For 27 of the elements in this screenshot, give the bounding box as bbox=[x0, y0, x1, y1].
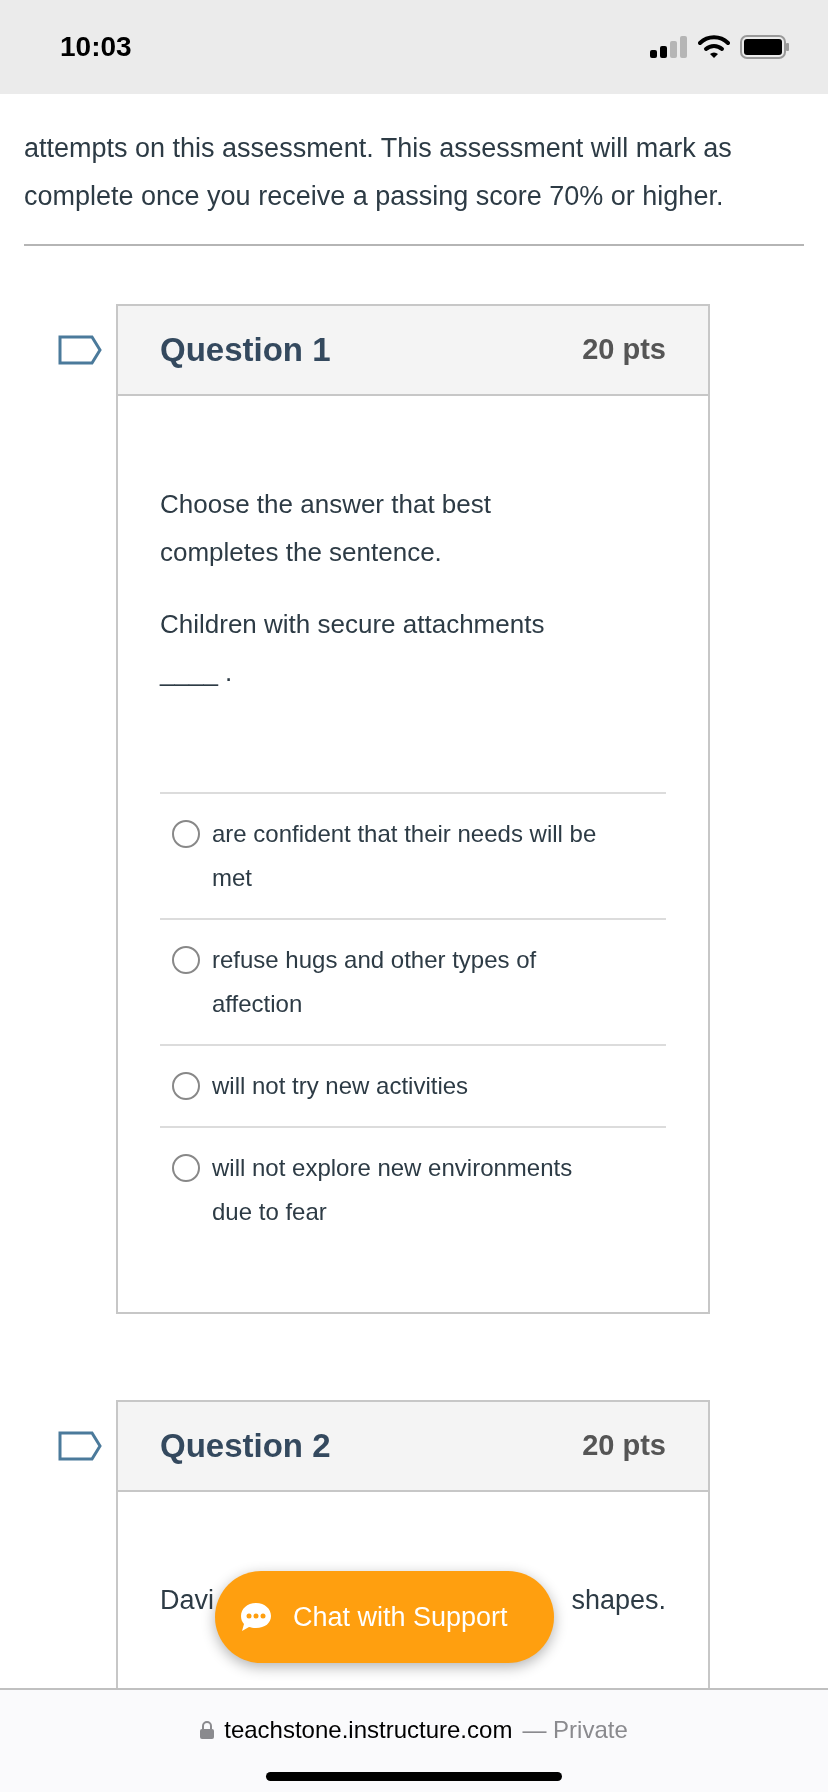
question-points: 20 pts bbox=[582, 1428, 666, 1464]
question-text: Children with secure attachments ____ . bbox=[160, 608, 546, 689]
flag-icon[interactable] bbox=[58, 335, 102, 365]
question-points: 20 pts bbox=[582, 332, 666, 368]
url-text[interactable]: teachstone.instructure.com bbox=[224, 1712, 513, 1748]
radio-button[interactable] bbox=[172, 1072, 200, 1100]
answer-option[interactable]: are confident that their needs will be met bbox=[212, 812, 612, 900]
question-title: Question 2 bbox=[160, 1426, 331, 1467]
flag-icon[interactable] bbox=[58, 1431, 102, 1461]
question-text: Davi bbox=[160, 1584, 214, 1617]
chat-bubble-icon bbox=[239, 1601, 273, 1633]
question-text: Choose the answer that best completes the sentence. bbox=[160, 488, 492, 569]
clock-time: 10:03 bbox=[60, 30, 132, 64]
signal-icon bbox=[650, 36, 688, 58]
instructions-paragraph: attempts on this assessment. This assessment will mark as complete once you receive a passing score 70% or higher. bbox=[24, 132, 733, 213]
lock-icon bbox=[200, 1721, 215, 1739]
wifi-icon bbox=[698, 35, 730, 59]
question-text: shapes. bbox=[571, 1584, 666, 1617]
private-label: — Private bbox=[522, 1715, 628, 1745]
question-title: Question 1 bbox=[160, 330, 331, 371]
radio-button[interactable] bbox=[172, 946, 200, 974]
battery-icon bbox=[740, 35, 790, 59]
answer-option[interactable]: will not explore new environments due to fear bbox=[212, 1146, 612, 1234]
answer-option[interactable]: will not try new activities bbox=[212, 1064, 612, 1108]
radio-button[interactable] bbox=[172, 820, 200, 848]
radio-button[interactable] bbox=[172, 1154, 200, 1182]
answer-option[interactable]: refuse hugs and other types of affection bbox=[212, 938, 612, 1026]
